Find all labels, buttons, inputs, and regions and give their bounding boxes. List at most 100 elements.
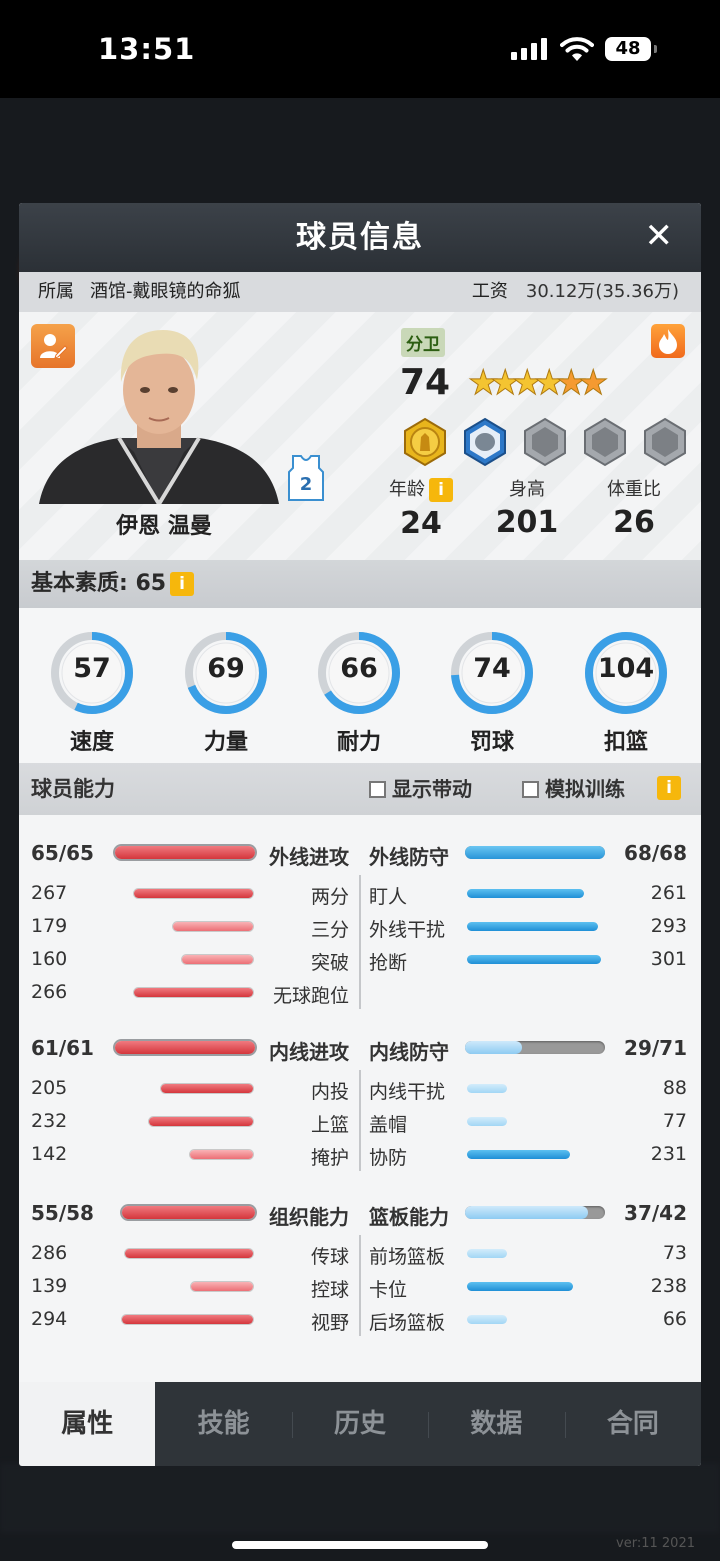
star-icon: ★ (490, 363, 521, 403)
right-label: 盖帽 (369, 1114, 408, 1136)
edit-user-icon (40, 334, 68, 359)
tab-1[interactable]: 技能 (155, 1382, 291, 1466)
attribute-0: 57 速度 (47, 628, 137, 756)
attribute-label: 罚球 (469, 730, 514, 755)
star-icon: ★ (534, 363, 565, 403)
gold-medal-icon[interactable] (401, 417, 449, 467)
right-label: 协防 (369, 1147, 408, 1169)
right-bar (467, 1282, 574, 1291)
sim-training-checkbox[interactable]: 模拟训练 (522, 763, 625, 815)
abilities-header: 球员能力 显示带动 模拟训练 i (19, 763, 701, 815)
left-bar (125, 1249, 253, 1258)
group-right-title: 外线防守 (369, 845, 449, 869)
home-indicator[interactable] (232, 1541, 488, 1549)
group-left-title: 内线进攻 (269, 1040, 349, 1064)
left-label: 控球 (310, 1279, 349, 1301)
right-value: 73 (662, 1242, 687, 1264)
attribute-value: 66 (340, 653, 378, 684)
star-icon: ★ (512, 363, 543, 403)
left-label: 两分 (310, 886, 349, 908)
attribute-1: 69 力量 (181, 628, 271, 756)
club-label: 所属 (38, 281, 74, 302)
left-bar (190, 1282, 253, 1291)
right-value: 66 (662, 1308, 687, 1330)
right-label: 外线干扰 (369, 919, 446, 941)
status-bar: 13:51 48 (0, 0, 720, 98)
left-bar (149, 1117, 253, 1126)
group-right-value: 37/42 (624, 1201, 687, 1225)
left-value: 160 (31, 948, 68, 970)
left-bar (181, 955, 253, 964)
right-bar (467, 1117, 507, 1126)
right-bar (467, 1315, 507, 1324)
sim-training-label: 模拟训练 (545, 777, 625, 801)
ability-group-header: 65/65 外线进攻 外线防守 68/68 (19, 837, 701, 869)
locked-badge-icon[interactable] (581, 417, 629, 467)
salary-value: 30.12万(35.36万) (525, 281, 679, 302)
ability-group-header: 55/58 组织能力 篮板能力 37/42 (19, 1197, 701, 1229)
basic-quality-label: 基本素质: 65 (31, 571, 167, 596)
left-value: 294 (31, 1308, 68, 1330)
star-icon: ★ (556, 363, 587, 403)
info-icon[interactable]: i (429, 478, 453, 502)
age-info: 年龄 i 24 (376, 475, 466, 541)
modal-header: 球员信息 ✕ (19, 203, 701, 272)
attribute-label: 力量 (203, 730, 248, 755)
version-label: ver:11 2021 (616, 1536, 695, 1551)
star-rating: ★ ★ ★ ★ ★ ★ (468, 363, 609, 403)
tab-3[interactable]: 数据 (428, 1382, 564, 1466)
group-left-value: 55/58 (31, 1201, 94, 1225)
star-icon: ★ (578, 363, 609, 403)
tab-0[interactable]: 属性 (19, 1382, 156, 1466)
right-group-bar (465, 846, 605, 859)
right-bar (467, 1150, 571, 1159)
background-strip (0, 1463, 720, 1533)
tab-4[interactable]: 合同 (564, 1382, 701, 1466)
edit-player-button[interactable] (31, 324, 75, 368)
age-label: 年龄 (389, 479, 425, 500)
left-bar (161, 1084, 253, 1093)
right-label: 抢断 (369, 952, 408, 974)
right-label: 内线干扰 (369, 1081, 446, 1103)
info-icon[interactable]: i (170, 572, 195, 596)
club-bar: 所属 酒馆-戴眼镜的命狐 工资 30.12万(35.36万) (19, 272, 701, 312)
tab-2[interactable]: 历史 (291, 1382, 428, 1466)
locked-badge-icon[interactable] (521, 417, 569, 467)
group-left-title: 组织能力 (269, 1205, 349, 1229)
left-value: 266 (31, 981, 68, 1003)
salary-label: 工资 (471, 281, 508, 302)
brain-badge-icon[interactable] (461, 417, 509, 467)
locked-badge-icon[interactable] (641, 417, 689, 467)
fire-button[interactable] (651, 324, 685, 358)
left-label: 三分 (310, 919, 349, 941)
checkbox-icon (369, 780, 386, 798)
left-label: 传球 (310, 1246, 349, 1268)
wifi-icon (560, 37, 594, 61)
player-info-modal: 球员信息 ✕ 所属 酒馆-戴眼镜的命狐 工资 30.12万(35.36万) 2 … (19, 203, 701, 1466)
info-icon[interactable]: i (657, 776, 681, 800)
age-value: 24 (400, 506, 442, 541)
right-group-bar (465, 1206, 589, 1219)
signal-icon (511, 38, 549, 60)
group-right-value: 68/68 (624, 841, 687, 865)
left-group-bar (115, 846, 255, 859)
attribute-value: 104 (597, 653, 655, 684)
group-right-title: 内线防守 (369, 1040, 449, 1064)
attribute-circles: 57 速度 69 力量 66 耐力 74 罚球 104 扣篮 (19, 608, 701, 763)
group-right-title: 篮板能力 (369, 1205, 449, 1229)
player-portrait (39, 330, 279, 504)
height-info: 身高 201 (482, 475, 572, 540)
left-bar (173, 922, 253, 931)
close-icon[interactable]: ✕ (645, 216, 674, 256)
left-value: 142 (31, 1143, 68, 1165)
fire-icon (659, 329, 677, 354)
right-label: 卡位 (369, 1279, 408, 1301)
club-name: 酒馆-戴眼镜的命狐 (90, 281, 241, 302)
attribute-2: 66 耐力 (314, 628, 404, 756)
group-divider (359, 875, 361, 1009)
right-value: 301 (650, 948, 687, 970)
ability-group-header: 61/61 内线进攻 内线防守 29/71 (19, 1032, 701, 1064)
basic-quality-header: 基本素质: 65 i (19, 560, 701, 608)
show-boost-checkbox[interactable]: 显示带动 (369, 763, 472, 815)
height-label: 身高 (509, 479, 545, 500)
